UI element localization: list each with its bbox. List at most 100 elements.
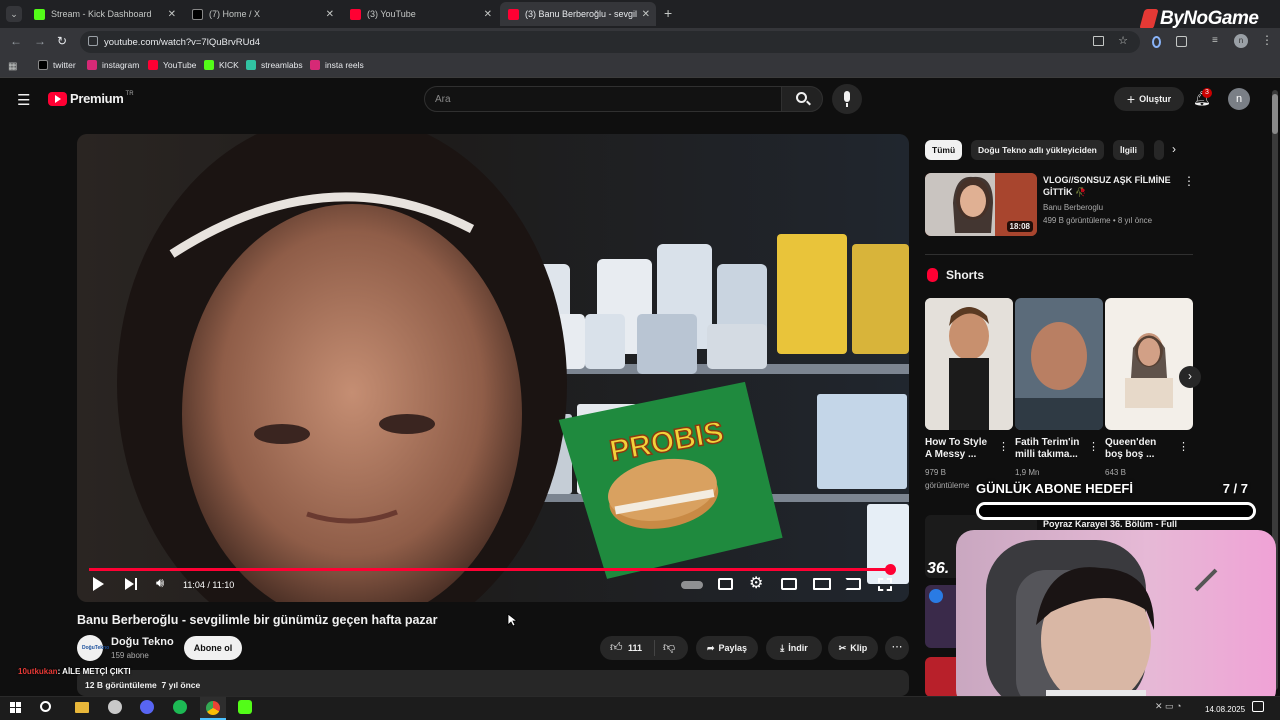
tab-kick-dashboard[interactable]: Stream - Kick Dashboard ✕	[26, 2, 182, 26]
fullscreen-icon[interactable]	[878, 578, 892, 591]
bookmark-kick[interactable]: KICK	[204, 60, 239, 70]
app-icon[interactable]	[108, 700, 122, 714]
download-button[interactable]: ⤓ İndir	[766, 636, 822, 660]
search-button[interactable]	[781, 86, 823, 112]
dislike-icon[interactable]: 👎︎	[663, 640, 675, 655]
more-actions-button[interactable]: ⋯	[885, 636, 909, 660]
subtitles-icon[interactable]	[718, 578, 733, 590]
chrome-taskbar-button[interactable]	[200, 697, 226, 720]
url-bar[interactable]: youtube.com/watch?v=7lQuBrvRUd4 ☆	[80, 31, 1140, 53]
scrollbar-thumb[interactable]	[1272, 94, 1278, 134]
description-box[interactable]: 12 B görüntüleme 7 yıl önce	[77, 670, 909, 696]
youtube-logo-icon	[48, 91, 67, 106]
like-icon[interactable]: 👍︎	[610, 640, 623, 655]
site-info-icon[interactable]	[88, 36, 98, 46]
subscribe-button[interactable]: Abone ol	[184, 636, 242, 660]
notification-center-icon[interactable]	[1252, 701, 1264, 712]
instagram-icon	[87, 60, 97, 70]
reload-icon[interactable]: ↻	[57, 34, 67, 48]
kick-icon[interactable]	[238, 700, 252, 714]
shorts-next-button[interactable]: ›	[1179, 366, 1201, 388]
play-icon[interactable]	[93, 577, 104, 591]
install-app-icon[interactable]	[1093, 36, 1104, 46]
clip-button[interactable]: ✂ Klip	[828, 636, 878, 660]
notifications-button[interactable]: 🔔︎ 3	[1193, 88, 1212, 108]
related-video-title[interactable]: VLOG//SONSUZ AŞK FİLMİNE GİTTİK 🥀	[1043, 174, 1171, 198]
menu-kebab-icon[interactable]: ⋮	[1261, 33, 1273, 47]
tab-youtube[interactable]: (3) YouTube ✕	[342, 2, 498, 26]
more-options-icon[interactable]: ⋮	[1088, 440, 1099, 453]
chip-related[interactable]: İlgili	[1113, 140, 1144, 160]
close-icon[interactable]: ✕	[484, 9, 492, 20]
tab-title: (3) YouTube	[367, 9, 416, 19]
settings-gear-icon[interactable]: ⚙	[749, 573, 763, 593]
create-button[interactable]: + Oluştur	[1114, 87, 1184, 111]
bookmark-instagram[interactable]: instagram	[87, 60, 139, 70]
discord-icon[interactable]	[140, 700, 154, 714]
share-icon: ➦	[706, 642, 715, 653]
theater-mode-icon[interactable]	[813, 578, 831, 590]
bookmark-twitter[interactable]: twitter	[38, 60, 76, 70]
media-control-icon[interactable]: ≡	[1212, 35, 1218, 46]
short-title[interactable]: Queen'den boş boş ...	[1105, 437, 1156, 461]
chip-overflow[interactable]	[1154, 140, 1164, 160]
tray-icons[interactable]: ✕ ▭ ◔	[1155, 701, 1181, 712]
channel-avatar[interactable]: DoğuTekno	[77, 635, 109, 661]
bookmark-youtube[interactable]: YouTube	[148, 60, 196, 70]
miniplayer-icon[interactable]	[781, 578, 797, 590]
share-button[interactable]: ➦ Paylaş	[696, 636, 758, 660]
youtube-premium-logo[interactable]: Premium TR	[48, 91, 134, 106]
bookmark-streamlabs[interactable]: streamlabs	[246, 60, 303, 70]
bookmark-insta-reels[interactable]: insta reels	[310, 60, 364, 70]
search-icon[interactable]	[40, 701, 51, 712]
file-explorer-icon[interactable]	[75, 702, 89, 713]
channel-name[interactable]: Doğu Tekno	[111, 636, 174, 648]
next-icon[interactable]	[125, 578, 134, 590]
more-options-icon[interactable]: ⋮	[1178, 440, 1189, 453]
title-line: A Messy ...	[925, 449, 977, 460]
close-icon[interactable]: ✕	[168, 9, 176, 20]
short-thumbnail[interactable]	[925, 298, 1013, 430]
profile-avatar[interactable]: n	[1234, 34, 1248, 48]
tab-search-button[interactable]: ⌄	[6, 6, 22, 22]
close-icon[interactable]: ✕	[326, 9, 334, 20]
spotify-icon[interactable]	[173, 700, 187, 714]
close-icon[interactable]: ✕	[642, 9, 650, 20]
chip-all[interactable]: Tümü	[925, 140, 963, 160]
extension-icon[interactable]	[1152, 36, 1161, 48]
short-title[interactable]: Fatih Terim'in milli takıma...	[1015, 437, 1079, 461]
voice-search-button[interactable]	[832, 84, 862, 114]
bookmark-label: insta reels	[325, 60, 364, 70]
new-tab-button[interactable]: +	[664, 5, 672, 21]
progress-scrubber[interactable]	[884, 564, 896, 575]
subscriber-count: 159 abone	[111, 651, 149, 660]
tab-current-video[interactable]: (3) Banu Berberoğlu - sevgilimle ✕	[500, 2, 656, 26]
youtube-icon	[148, 60, 158, 70]
related-video-thumbnail[interactable]: 18:08	[925, 173, 1037, 236]
chip-from-uploader[interactable]: Doğu Tekno adlı yükleyiciden	[971, 140, 1104, 160]
cast-icon[interactable]	[845, 578, 861, 590]
browser-address-bar: ← → ↻ youtube.com/watch?v=7lQuBrvRUd4 ☆ …	[0, 28, 1280, 56]
autoplay-toggle[interactable]	[681, 581, 703, 589]
chevron-right-icon[interactable]: ›	[1172, 142, 1176, 156]
tab-x-home[interactable]: (7) Home / X ✕	[184, 2, 340, 26]
short-thumbnail[interactable]	[1105, 298, 1193, 430]
short-thumbnail[interactable]	[1015, 298, 1103, 430]
windows-start-icon[interactable]	[10, 702, 22, 714]
related-channel[interactable]: Banu Berberoglu	[1043, 203, 1103, 212]
bookmark-star-icon[interactable]: ☆	[1118, 34, 1128, 47]
hamburger-menu-icon[interactable]: ☰	[17, 91, 30, 109]
more-options-icon[interactable]: ⋮	[998, 440, 1009, 453]
video-player[interactable]: PROBIS 🔊︎ 11:04 / 11:10 ⚙	[77, 134, 909, 602]
extensions-puzzle-icon[interactable]	[1176, 36, 1187, 47]
account-avatar[interactable]: n	[1228, 88, 1250, 110]
short-title[interactable]: How To Style A Messy ...	[925, 437, 987, 461]
video-progress-bar[interactable]	[89, 564, 897, 575]
apps-grid-icon[interactable]: ▦	[8, 61, 17, 72]
more-options-icon[interactable]: ⋮	[1183, 174, 1195, 188]
back-icon[interactable]: ←	[10, 34, 22, 48]
forward-icon[interactable]: →	[34, 34, 46, 48]
volume-icon[interactable]: 🔊︎	[156, 575, 164, 591]
goal-count: 7 / 7	[1222, 481, 1248, 496]
search-input[interactable]: Ara	[424, 86, 782, 112]
